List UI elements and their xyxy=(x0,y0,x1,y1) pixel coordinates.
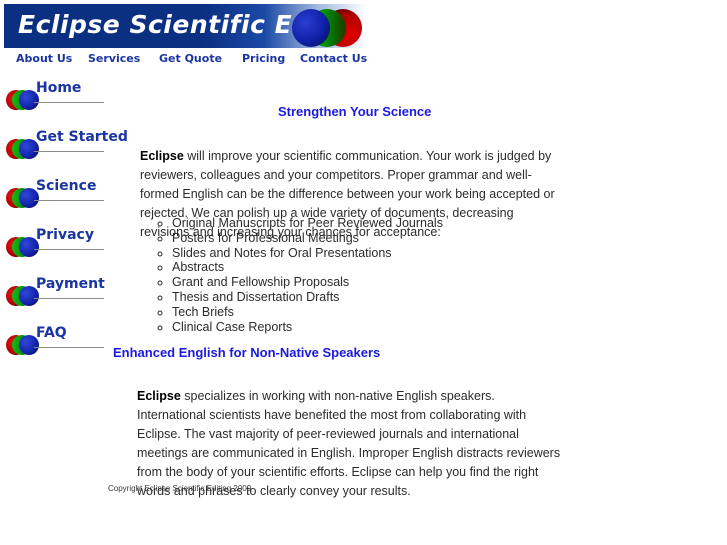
list-item: Original Manuscripts for Peer Reviewed J… xyxy=(172,216,443,231)
list-item: Thesis and Dissertation Drafts xyxy=(172,290,443,305)
list-item: Tech Briefs xyxy=(172,305,443,320)
list-item: Grant and Fellowship Proposals xyxy=(172,275,443,290)
page-title: Strengthen Your Science xyxy=(278,104,432,119)
list-item: Posters for Professional Meetings xyxy=(172,231,443,246)
list-item: Abstracts xyxy=(172,260,443,275)
section-title-enhanced-english: Enhanced English for Non-Native Speakers xyxy=(113,345,381,360)
section2-body: specializes in working with non-native E… xyxy=(137,388,561,498)
section2-lead: Eclipse xyxy=(137,388,181,403)
list-item: Clinical Case Reports xyxy=(172,320,443,335)
services-list: Original Manuscripts for Peer Reviewed J… xyxy=(152,216,443,334)
list-item: Slides and Notes for Oral Presentations xyxy=(172,246,443,261)
main-content: Strengthen Your Science Eclipse will imp… xyxy=(0,0,727,545)
intro-lead: Eclipse xyxy=(140,148,184,163)
footer-copyright: Copyright Eclipse Scientific Editing 200… xyxy=(108,484,252,493)
